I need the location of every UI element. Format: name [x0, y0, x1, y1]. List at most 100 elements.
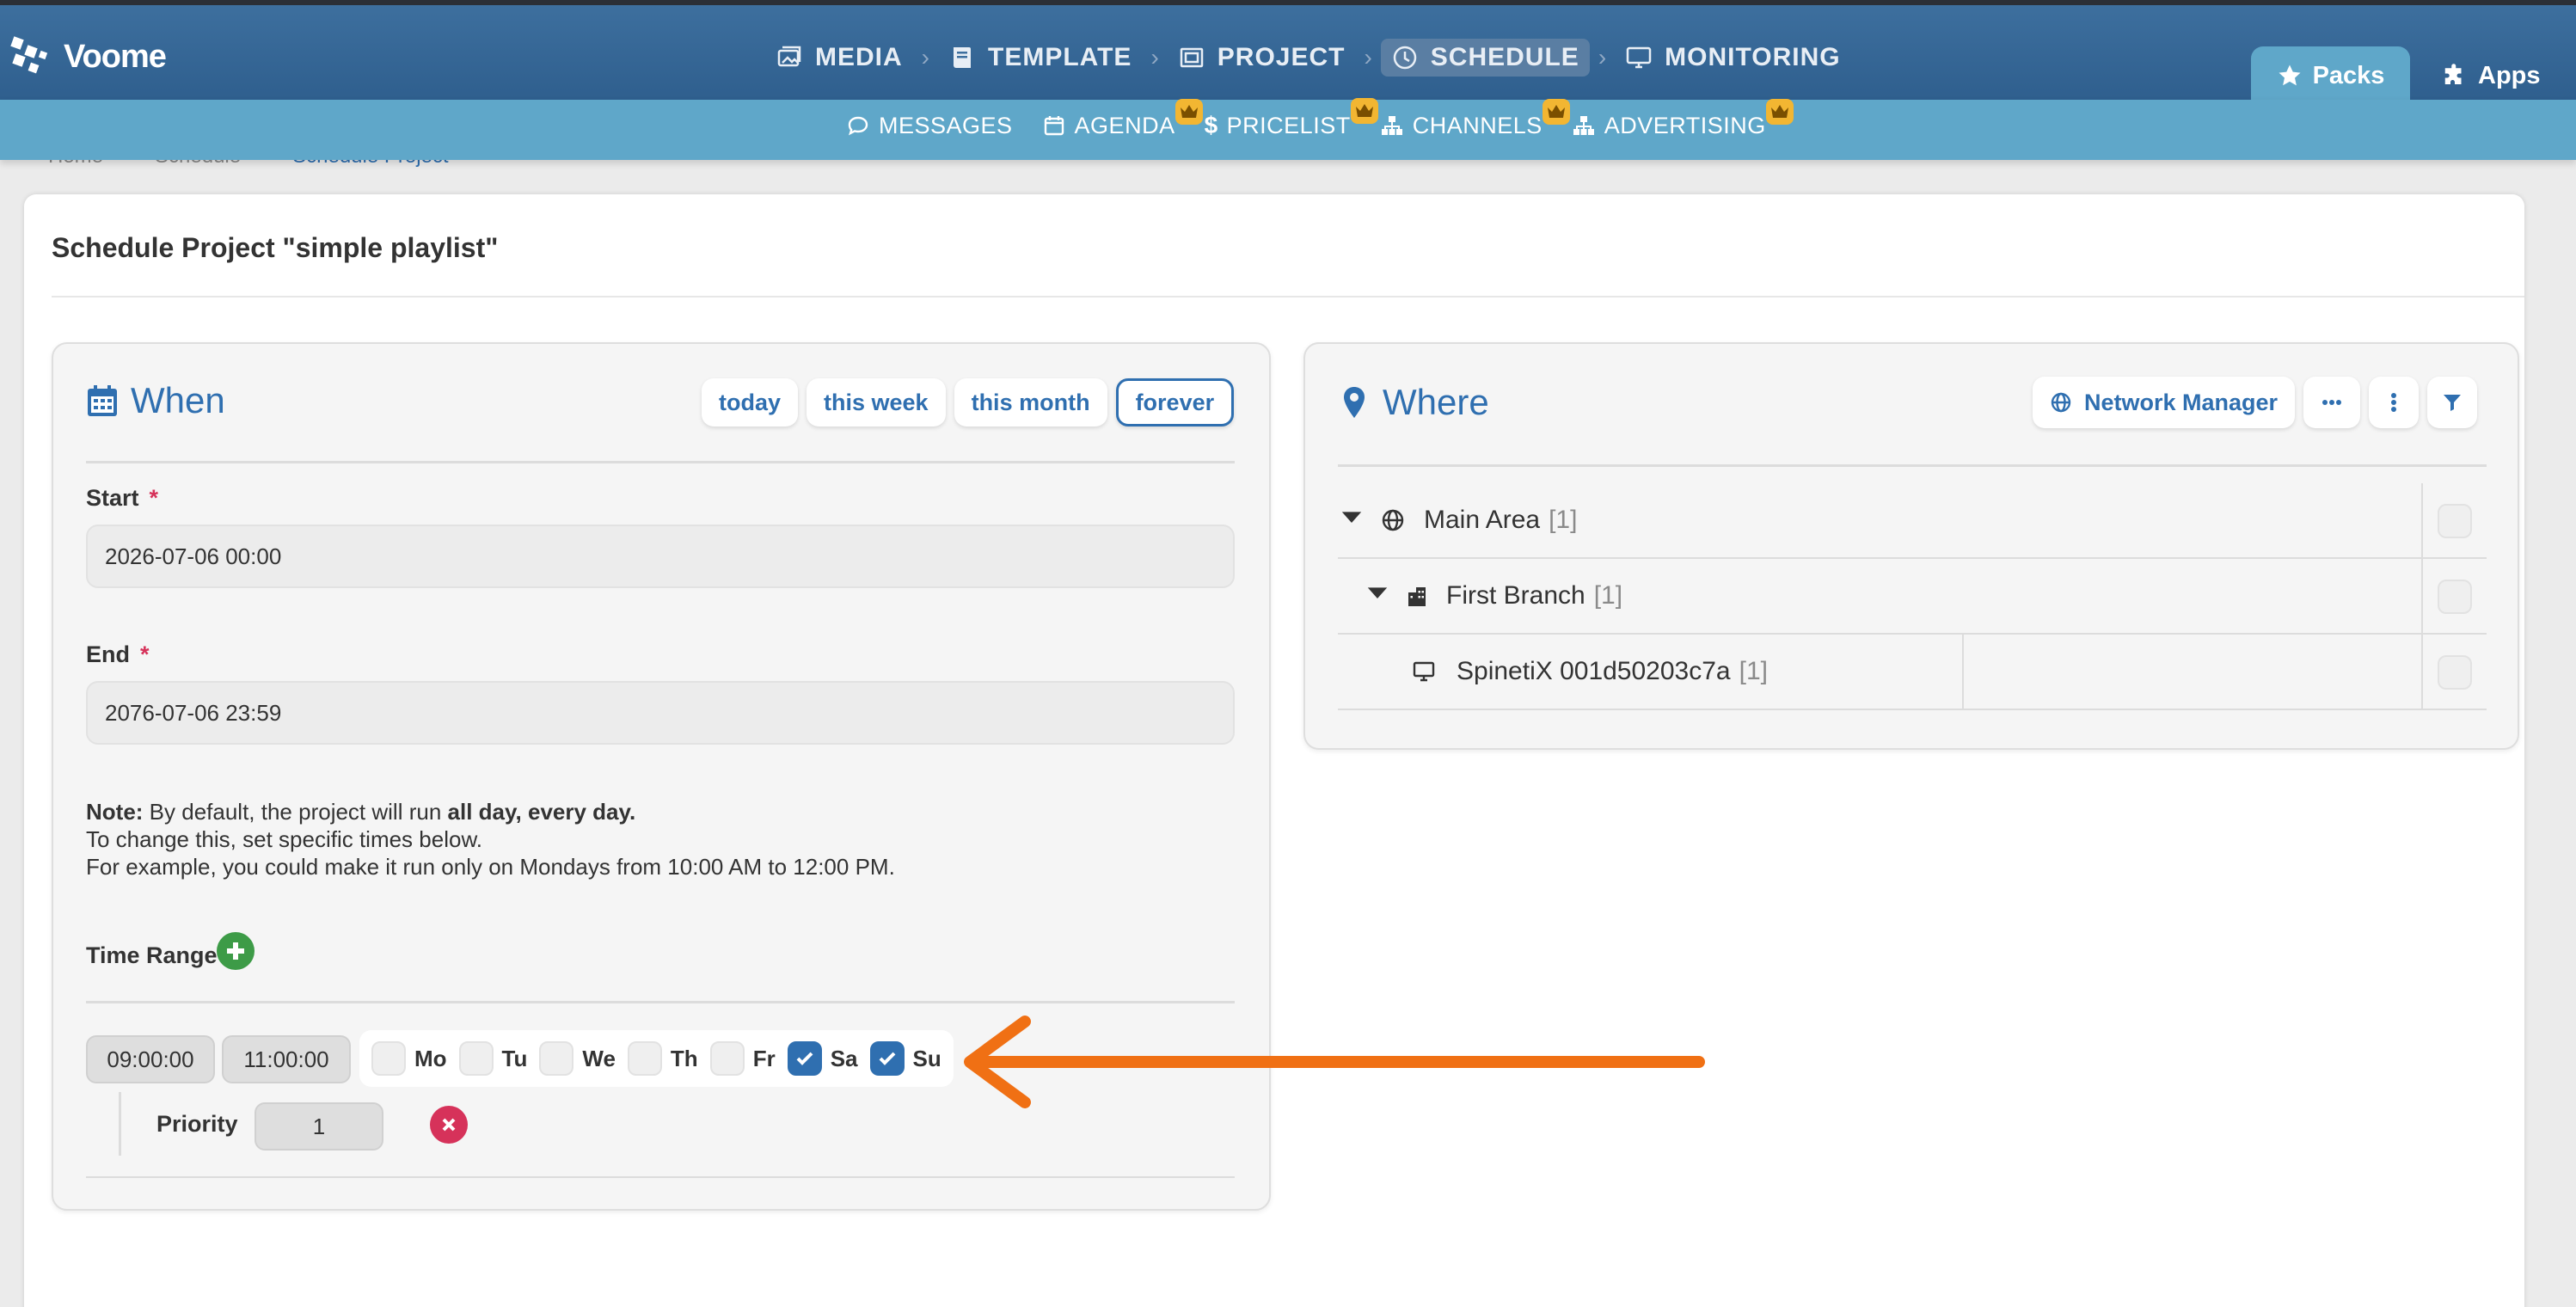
day-we-checkbox[interactable]	[539, 1041, 574, 1076]
day-tu[interactable]: Tu	[458, 1041, 527, 1076]
time-to-input[interactable]: 11:00:00	[222, 1035, 351, 1083]
day-su-checkbox[interactable]	[869, 1041, 905, 1076]
star-icon	[2279, 64, 2301, 86]
range-today-button[interactable]: today	[702, 378, 799, 426]
crown-icon	[1765, 98, 1794, 125]
tree-node-count: [1]	[1593, 581, 1623, 610]
caret-down-icon[interactable]	[1365, 580, 1388, 611]
range-this-month-button[interactable]: this month	[954, 378, 1107, 426]
day-th-checkbox[interactable]	[627, 1041, 662, 1076]
nav-separator-icon: ›	[1150, 44, 1159, 71]
subnav-advertising[interactable]: ADVERTISING	[1572, 98, 1794, 139]
start-datetime-input[interactable]: 2026-07-06 00:00	[86, 525, 1235, 588]
tree-column-divider	[1962, 635, 1964, 710]
start-label: Start *	[86, 485, 158, 512]
divider	[52, 296, 2524, 298]
remove-time-range-icon[interactable]	[430, 1106, 468, 1144]
more-horizontal-button[interactable]	[2303, 377, 2361, 428]
check-icon	[879, 1052, 895, 1065]
media-icon	[777, 46, 801, 67]
day-su-label: Su	[912, 1045, 941, 1071]
tree-node-select[interactable]	[2421, 483, 2487, 559]
subnav-channels[interactable]: CHANNELS	[1380, 98, 1570, 139]
time-range-label: Time Range	[86, 942, 218, 968]
subnav-messages[interactable]: MESSAGES	[846, 113, 1013, 139]
add-time-range-icon[interactable]	[217, 932, 255, 970]
nav-monitoring[interactable]: MONITORING	[1615, 39, 1850, 77]
tree-node-select[interactable]	[2421, 635, 2487, 710]
tree-node-main-area[interactable]: Main Area [1]	[1338, 483, 2487, 559]
arrow-annotation-icon	[964, 1016, 1705, 1108]
weekday-selector: Mo Tu We Th Fr Sa Su	[359, 1030, 954, 1087]
calendar-icon	[1044, 116, 1064, 136]
nav-schedule[interactable]: SCHEDULE	[1380, 39, 1590, 77]
tree-node-first-branch[interactable]: First Branch [1]	[1338, 559, 2487, 635]
main-nav: MEDIA › TEMPLATE › PROJECT › SCHEDULE › …	[765, 36, 1851, 79]
sub-nav: MESSAGES AGENDA $ PRICELIST CHANNELS ADV…	[846, 98, 1794, 139]
day-tu-checkbox[interactable]	[458, 1041, 494, 1076]
crown-icon	[1542, 98, 1570, 125]
required-marker: *	[140, 641, 150, 667]
subnav-advertising-label: ADVERTISING	[1604, 112, 1766, 138]
priority-input[interactable]: 1	[255, 1102, 383, 1151]
location-tree: Main Area [1] First Branch [1] SpinetiX …	[1338, 483, 2487, 710]
app-logo[interactable]: Voome	[7, 31, 167, 83]
more-vertical-button[interactable]	[2369, 377, 2420, 428]
tree-node-count: [1]	[1549, 506, 1578, 534]
day-mo-checkbox[interactable]	[371, 1041, 406, 1076]
range-this-week-button[interactable]: this week	[807, 378, 946, 426]
check-icon	[796, 1052, 813, 1065]
nav-media-label: MEDIA	[815, 43, 903, 71]
nav-monitoring-label: MONITORING	[1665, 43, 1841, 71]
day-sa-checkbox[interactable]	[787, 1041, 822, 1076]
subnav-agenda[interactable]: AGENDA	[1042, 98, 1203, 139]
monitor-icon	[1413, 661, 1435, 682]
day-we[interactable]: We	[539, 1041, 616, 1076]
time-from-input[interactable]: 09:00:00	[86, 1035, 215, 1083]
divider	[86, 1001, 1235, 1003]
day-sa[interactable]: Sa	[787, 1041, 858, 1076]
day-su[interactable]: Su	[869, 1041, 941, 1076]
nav-media[interactable]: MEDIA	[765, 39, 913, 77]
tree-node-checkbox[interactable]	[2438, 504, 2472, 538]
tree-node-select[interactable]	[2421, 559, 2487, 635]
required-marker: *	[149, 485, 159, 511]
tab-apps[interactable]: Apps	[2442, 46, 2576, 105]
end-datetime-input[interactable]: 2076-07-06 23:59	[86, 681, 1235, 745]
filter-button[interactable]	[2427, 377, 2478, 428]
end-label-text: End	[86, 641, 130, 667]
subnav-agenda-label: AGENDA	[1074, 112, 1175, 138]
voome-logo-icon	[10, 36, 48, 74]
where-title: Where	[1383, 382, 1489, 422]
day-fr[interactable]: Fr	[709, 1041, 776, 1076]
network-manager-button[interactable]: Network Manager	[2033, 377, 2296, 428]
day-th[interactable]: Th	[627, 1041, 698, 1076]
tree-node-checkbox[interactable]	[2438, 655, 2472, 690]
day-fr-checkbox[interactable]	[709, 1041, 745, 1076]
sitemap-icon	[1381, 116, 1402, 135]
tree-node-label: Main Area	[1424, 506, 1541, 534]
end-label: End *	[86, 641, 150, 668]
tab-packs[interactable]: Packs	[2251, 46, 2410, 105]
subnav-messages-label: MESSAGES	[879, 112, 1013, 138]
nav-project[interactable]: PROJECT	[1168, 39, 1356, 77]
nav-template[interactable]: TEMPLATE	[938, 39, 1142, 77]
puzzle-icon	[2444, 64, 2462, 84]
day-mo[interactable]: Mo	[371, 1041, 447, 1076]
range-forever-button[interactable]: forever	[1115, 378, 1235, 426]
tree-node-count: [1]	[1739, 657, 1768, 685]
nav-schedule-label: SCHEDULE	[1430, 43, 1579, 71]
tree-node-spinetix[interactable]: SpinetiX 001d50203c7a [1]	[1338, 635, 2487, 710]
subnav-pricelist[interactable]: $ PRICELIST	[1205, 98, 1378, 139]
range-buttons: today this week this month forever	[702, 378, 1235, 426]
tab-packs-label: Packs	[2312, 61, 2385, 89]
building-icon	[1408, 587, 1426, 606]
monitor-icon	[1626, 46, 1652, 69]
day-th-label: Th	[670, 1045, 698, 1071]
schedule-note: Note: By default, the project will run a…	[86, 798, 895, 881]
tree-node-checkbox[interactable]	[2438, 580, 2472, 614]
note-text: By default, the project will run	[149, 799, 442, 825]
caret-down-icon[interactable]	[1340, 505, 1362, 536]
tree-node-label: SpinetiX 001d50203c7a	[1457, 657, 1731, 685]
tab-apps-label: Apps	[2478, 61, 2541, 89]
